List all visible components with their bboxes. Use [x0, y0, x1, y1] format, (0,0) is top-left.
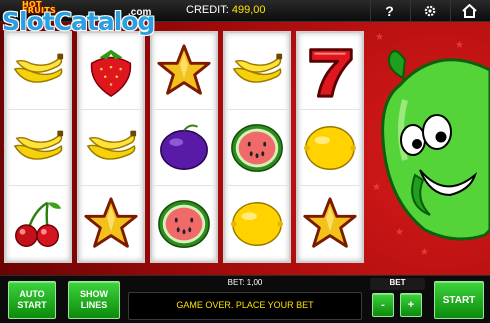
- strawberry-symbol: [79, 33, 143, 109]
- watermelon-symbol: [152, 185, 216, 261]
- reel-3: [150, 31, 218, 263]
- bet-label: BET:: [227, 278, 245, 287]
- seven-symbol: [298, 33, 362, 109]
- bet-plus-button[interactable]: +: [400, 293, 422, 317]
- credit-display: CREDIT: 499,00: [186, 4, 266, 16]
- bet-title: BET: [370, 278, 425, 290]
- control-bar: AUTO START SHOW LINES BET: 1,00 GAME OVER.…: [0, 275, 490, 323]
- help-icon[interactable]: ?: [370, 0, 408, 22]
- watermelon-symbol: [225, 109, 289, 185]
- bet-display: BET: 1,00: [130, 278, 360, 290]
- reel-1: [4, 31, 72, 263]
- banana-symbol: [6, 33, 70, 109]
- bet-value: 1,00: [246, 278, 263, 287]
- auto-start-button[interactable]: AUTO START: [8, 281, 56, 319]
- star-symbol: [79, 185, 143, 261]
- show-lines-button[interactable]: SHOW LINES: [68, 281, 120, 319]
- lemon-symbol: [298, 109, 362, 185]
- reel-2: [77, 31, 145, 263]
- star-symbol: [298, 185, 362, 261]
- bet-minus-button[interactable]: -: [372, 293, 394, 317]
- logo: HOT FRUITS SlotCatalog .com: [2, 0, 162, 36]
- plum-symbol: [152, 109, 216, 185]
- banana-symbol: [6, 109, 70, 185]
- banana-symbol: [225, 33, 289, 109]
- credit-label: CREDIT:: [186, 4, 229, 16]
- home-icon[interactable]: [450, 0, 488, 22]
- reel-5: [296, 31, 364, 263]
- settings-icon[interactable]: [410, 0, 448, 22]
- start-button[interactable]: START: [434, 281, 484, 319]
- star-symbol: [152, 33, 216, 109]
- credit-value: 499,00: [231, 4, 266, 16]
- pear-mascot: [375, 40, 490, 260]
- banana-symbol: [79, 109, 143, 185]
- logo-dotcom-text: .com: [128, 7, 152, 18]
- status-message: GAME OVER. PLACE YOUR BET: [176, 300, 314, 310]
- reel-4: [223, 31, 291, 263]
- lemon-symbol: [225, 185, 289, 261]
- cherry-symbol: [6, 185, 70, 261]
